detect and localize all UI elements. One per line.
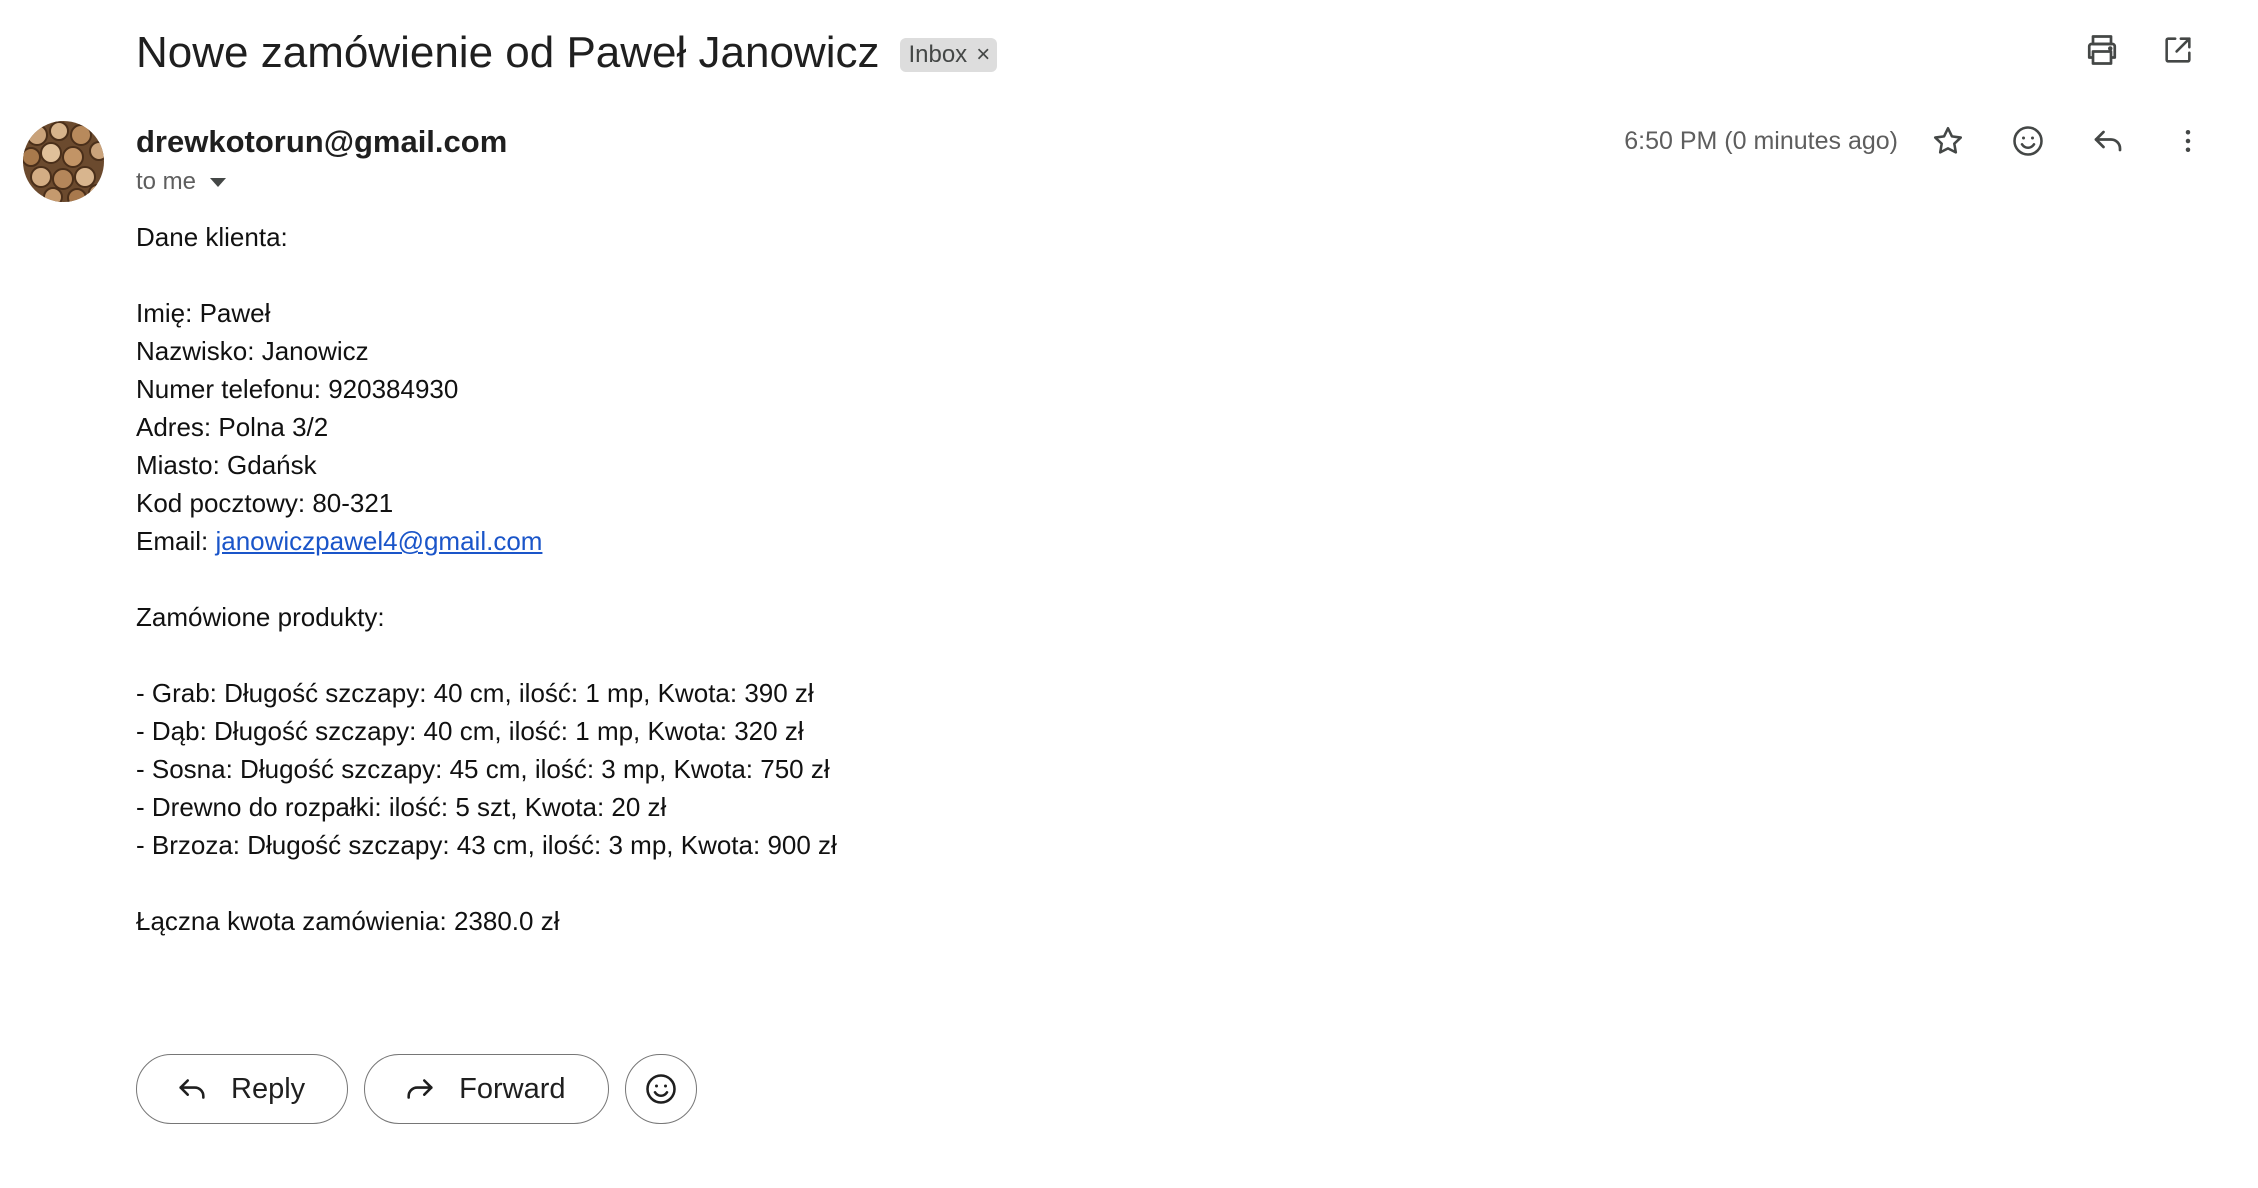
recipient-label: to me <box>136 168 197 195</box>
forward-button-label: Forward <box>459 1072 566 1105</box>
product-item: - Dąb: Długość szczapy: 40 cm, ilość: 1 … <box>136 716 804 746</box>
product-item: - Drewno do rozpałki: ilość: 5 szt, Kwot… <box>136 792 667 822</box>
recipient-details-dropdown-icon[interactable] <box>210 177 227 187</box>
message-timestamp: 6:50 PM (0 minutes ago) <box>1624 126 1898 155</box>
customer-email-label: Email: <box>136 526 216 556</box>
more-vertical-icon[interactable] <box>2168 118 2208 164</box>
products-heading: Zamówione produkty: <box>136 602 385 632</box>
message-meta: 6:50 PM (0 minutes ago) <box>1624 118 2208 164</box>
customer-phone: Numer telefonu: 920384930 <box>136 374 459 404</box>
customer-email-line: Email: janowiczpawel4@gmail.com <box>136 522 837 560</box>
remove-label-icon[interactable]: × <box>976 43 990 67</box>
message-body: Dane klienta: Imię: Paweł Nazwisko: Jano… <box>136 218 837 940</box>
customer-address: Adres: Polna 3/2 <box>136 412 329 442</box>
sender-email[interactable]: drewkotorun@gmail.com <box>136 124 507 160</box>
emoji-react-button[interactable] <box>624 1054 697 1124</box>
customer-postal-code: Kod pocztowy: 80-321 <box>136 488 394 518</box>
subject-row: Nowe zamówienie od Paweł Janowicz Inbox … <box>136 22 998 84</box>
forward-icon <box>407 1079 433 1099</box>
product-item: - Brzoza: Długość szczapy: 43 cm, ilość:… <box>136 830 837 860</box>
footer-actions: Reply Forward <box>136 1054 697 1124</box>
emoji-reaction-icon[interactable] <box>2008 118 2048 164</box>
product-item: - Sosna: Długość szczapy: 45 cm, ilość: … <box>136 754 830 784</box>
product-item: - Grab: Długość szczapy: 40 cm, ilość: 1… <box>136 678 814 708</box>
reply-button-label: Reply <box>231 1072 306 1105</box>
reply-button[interactable]: Reply <box>136 1054 349 1124</box>
open-in-new-window-icon[interactable] <box>2158 30 2198 70</box>
customer-city: Miasto: Gdańsk <box>136 450 317 480</box>
order-total: Łączna kwota zamówienia: 2380.0 zł <box>136 906 560 936</box>
customer-heading: Dane klienta: <box>136 222 288 252</box>
email-subject: Nowe zamówienie od Paweł Janowicz <box>136 28 880 77</box>
forward-button[interactable]: Forward <box>364 1054 609 1124</box>
customer-first-name: Imię: Paweł <box>136 298 271 328</box>
customer-last-name: Nazwisko: Janowicz <box>136 336 369 366</box>
reply-icon[interactable] <box>2088 118 2128 164</box>
top-toolbar <box>2082 30 2198 70</box>
recipient-line: to me <box>136 168 227 196</box>
label-text: Inbox <box>908 41 968 68</box>
emoji-icon <box>645 1074 676 1104</box>
customer-email-link[interactable]: janowiczpawel4@gmail.com <box>215 526 542 556</box>
reply-icon <box>179 1079 205 1099</box>
inbox-label-chip[interactable]: Inbox × <box>900 38 998 72</box>
print-icon[interactable] <box>2082 30 2122 70</box>
sender-avatar[interactable] <box>23 121 104 202</box>
star-icon[interactable] <box>1928 118 1968 164</box>
